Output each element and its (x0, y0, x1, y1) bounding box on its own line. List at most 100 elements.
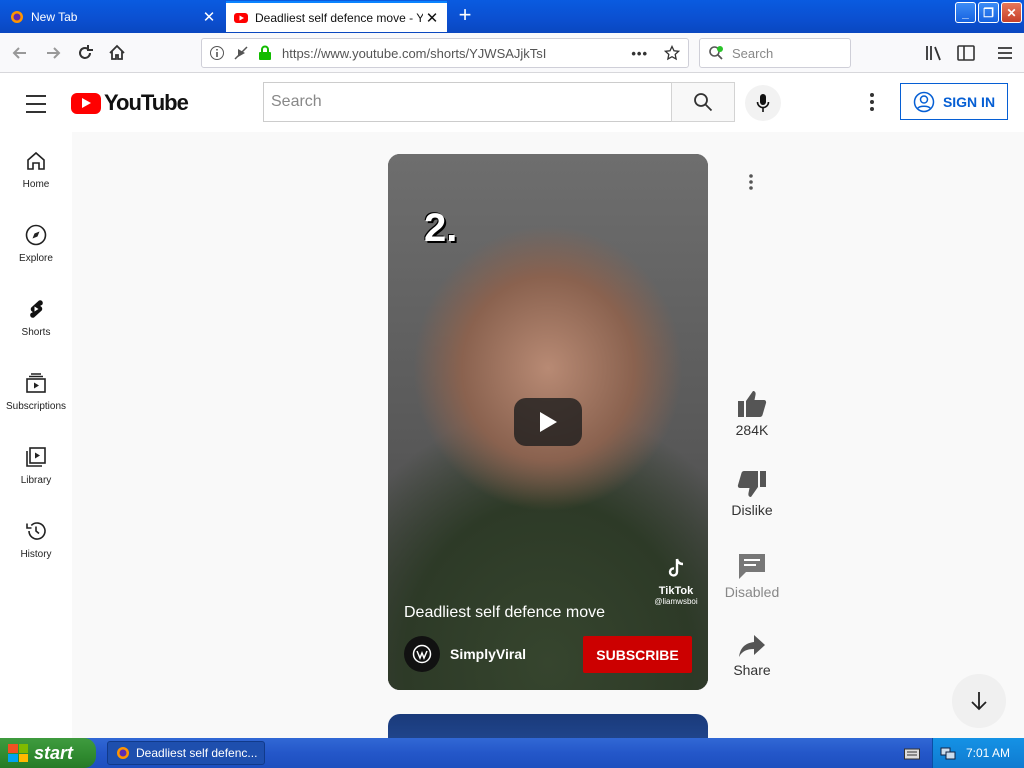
sidebar-item-history[interactable]: History (0, 502, 72, 572)
info-icon[interactable] (208, 44, 226, 62)
share-button[interactable]: Share (717, 634, 787, 678)
youtube-search-button[interactable] (671, 82, 735, 122)
comments-label: Disabled (724, 584, 780, 600)
sidebar-item-label: Home (22, 179, 50, 190)
close-tab-icon[interactable]: ✕ (200, 8, 218, 26)
forward-button[interactable] (40, 40, 66, 66)
sign-in-button[interactable]: SIGN IN (900, 83, 1008, 120)
keyboard-icon[interactable] (904, 746, 920, 760)
short-actions: 284K Dislike Disabled Share (717, 132, 787, 732)
subscribe-button[interactable]: SUBSCRIBE (583, 636, 692, 673)
clock[interactable]: 7:01 AM (966, 746, 1010, 760)
logo-text: YouTube (104, 90, 189, 115)
channel-avatar[interactable] (404, 636, 440, 672)
start-label: start (34, 742, 74, 763)
like-count: 284K (735, 422, 769, 438)
short-title[interactable]: Deadliest self defence move (404, 604, 605, 622)
sidebar-item-label: Library (20, 475, 52, 486)
next-short-preview[interactable] (388, 714, 708, 738)
tab-youtube[interactable]: Deadliest self defence move - YouTube ✕ (226, 1, 447, 32)
search-icon (694, 93, 713, 112)
sidebar-icon (957, 45, 975, 61)
more-actions-icon[interactable] (739, 170, 763, 194)
network-icon[interactable] (940, 745, 956, 761)
channel-logo-icon (412, 644, 432, 664)
tiktok-user: @liamwsboi (654, 597, 698, 606)
hamburger-menu-icon (998, 47, 1012, 59)
browser-tab-strip: New Tab ✕ Deadliest self defence move - … (0, 0, 1024, 33)
url-text: https://www.youtube.com/shorts/YJWSAJjkT… (282, 45, 547, 61)
app-menu-button[interactable] (992, 40, 1018, 66)
library-button[interactable] (921, 40, 947, 66)
close-window-button[interactable]: ✕ (1001, 2, 1022, 23)
youtube-search-input[interactable]: Search (263, 82, 672, 122)
restore-button[interactable]: ❐ (978, 2, 999, 23)
firefox-icon (116, 746, 130, 760)
channel-info[interactable]: SimplyViral (404, 636, 526, 672)
taskbar-item-label: Deadliest self defenc... (136, 746, 258, 760)
reload-button[interactable] (72, 40, 98, 66)
guide-menu-icon[interactable] (24, 92, 48, 116)
share-label: Share (733, 662, 771, 678)
sidebar-item-shorts[interactable]: Shorts (0, 280, 72, 350)
history-icon (26, 522, 46, 540)
minimize-button[interactable]: _ (955, 2, 976, 23)
like-button[interactable]: 284K (717, 390, 787, 438)
sidebar-item-label: Shorts (21, 327, 51, 338)
thumbs-down-icon (737, 471, 766, 497)
browser-search-bar[interactable]: Search (699, 38, 851, 68)
back-button[interactable] (7, 40, 33, 66)
home-icon (27, 151, 45, 170)
play-icon (540, 412, 557, 432)
home-button[interactable] (104, 40, 130, 66)
account-icon (913, 91, 935, 112)
comment-icon (739, 554, 765, 579)
microphone-icon (756, 94, 770, 112)
settings-more-icon[interactable] (860, 90, 884, 114)
sidebar-item-home[interactable]: Home (0, 132, 72, 202)
compass-icon (25, 224, 47, 246)
short-video-player[interactable]: 2. TikTok @liamwsboi Deadliest self defe… (388, 154, 708, 690)
tiktok-watermark: TikTok @liamwsboi (650, 558, 702, 606)
sidebar-item-label: Subscriptions (5, 401, 67, 412)
close-tab-icon[interactable]: ✕ (423, 9, 441, 27)
tab-label: New Tab (31, 9, 78, 24)
comments-button[interactable]: Disabled (717, 552, 787, 600)
voice-search-button[interactable] (745, 85, 781, 121)
bookmark-star-icon[interactable] (664, 45, 680, 61)
mini-guide-sidebar: Home Explore Shorts Subscriptions Librar… (0, 132, 72, 738)
next-short-button[interactable] (952, 674, 1006, 728)
sidebar-item-label: Explore (19, 253, 53, 264)
sidebar-item-library[interactable]: Library (0, 428, 72, 498)
taskbar-firefox-window[interactable]: Deadliest self defenc... (107, 741, 265, 765)
sidebar-item-label: History (20, 549, 52, 560)
autoplay-blocked-icon[interactable] (232, 44, 250, 62)
dislike-button[interactable]: Dislike (717, 470, 787, 518)
search-engine-icon (708, 45, 724, 61)
browser-search-placeholder: Search (732, 45, 774, 61)
sign-in-label: SIGN IN (942, 93, 996, 110)
new-tab-button[interactable]: + (453, 4, 477, 28)
lock-icon[interactable] (256, 44, 274, 62)
sidebar-toggle-button[interactable] (953, 40, 979, 66)
youtube-logo[interactable]: YouTube (71, 90, 189, 115)
start-button[interactable]: start (0, 738, 96, 768)
sidebar-item-explore[interactable]: Explore (0, 206, 72, 276)
window-controls: _ ❐ ✕ (955, 2, 1022, 23)
arrow-down-icon (971, 692, 987, 711)
youtube-header: YouTube Search SIGN IN (0, 74, 1024, 132)
windows-flag-icon (8, 744, 28, 762)
forward-arrow-icon (47, 47, 61, 59)
home-icon (109, 44, 125, 60)
channel-name[interactable]: SimplyViral (450, 646, 526, 662)
page-actions-icon[interactable]: ••• (631, 46, 648, 61)
sidebar-item-subscriptions[interactable]: Subscriptions (0, 354, 72, 424)
youtube-play-logo-icon (71, 92, 101, 114)
dislike-label: Dislike (731, 502, 773, 518)
library-icon (26, 447, 46, 467)
play-button[interactable] (514, 398, 582, 446)
firefox-icon (10, 10, 24, 24)
tab-new-tab[interactable]: New Tab ✕ (0, 1, 224, 32)
address-bar[interactable]: https://www.youtube.com/shorts/YJWSAJjkT… (201, 38, 689, 68)
library-icon (926, 46, 941, 61)
